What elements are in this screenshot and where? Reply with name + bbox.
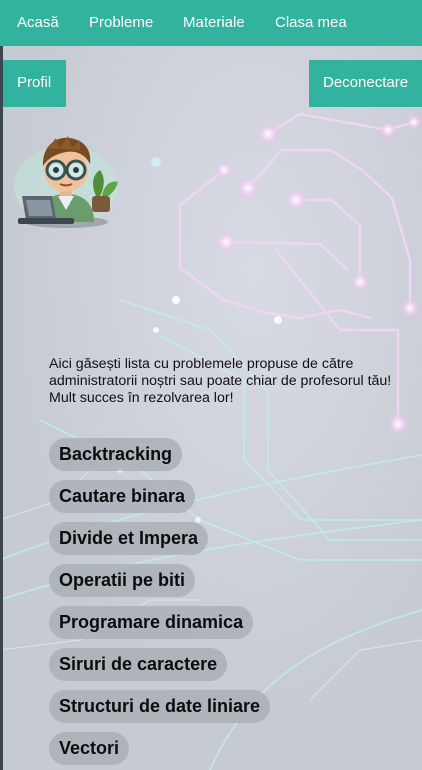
category-divide-et-impera[interactable]: Divide et Impera xyxy=(49,522,209,555)
nav-materials-link[interactable]: Materiale xyxy=(183,0,245,46)
category-backtracking[interactable]: Backtracking xyxy=(49,438,183,471)
intro-good-luck: Mult succes în rezolvarea lor! xyxy=(49,390,234,406)
nav-problems-link[interactable]: Probleme xyxy=(89,0,153,46)
programmer-avatar-icon xyxy=(14,136,118,228)
category-structuri-de-date-liniare[interactable]: Structuri de date liniare xyxy=(49,690,271,723)
profile-button[interactable]: Profil xyxy=(3,60,66,107)
window-edge xyxy=(0,0,3,770)
category-cautare-binara[interactable]: Cautare binara xyxy=(49,480,196,513)
nav-home-link[interactable]: Acasă xyxy=(17,0,59,46)
logout-button[interactable]: Deconectare xyxy=(309,60,422,107)
intro-text: Aici găsești lista cu problemele propuse… xyxy=(49,356,399,407)
category-programare-dinamica[interactable]: Programare dinamica xyxy=(49,606,254,639)
intro-description: Aici găsești lista cu problemele propuse… xyxy=(49,356,392,389)
category-operatii-pe-biti[interactable]: Operatii pe biti xyxy=(49,564,196,597)
top-navigation: Acasă Probleme Materiale Clasa mea xyxy=(0,0,422,46)
category-siruri-de-caractere[interactable]: Siruri de caractere xyxy=(49,648,228,681)
category-vectori[interactable]: Vectori xyxy=(49,732,130,765)
nav-my-class-link[interactable]: Clasa mea xyxy=(275,0,347,46)
